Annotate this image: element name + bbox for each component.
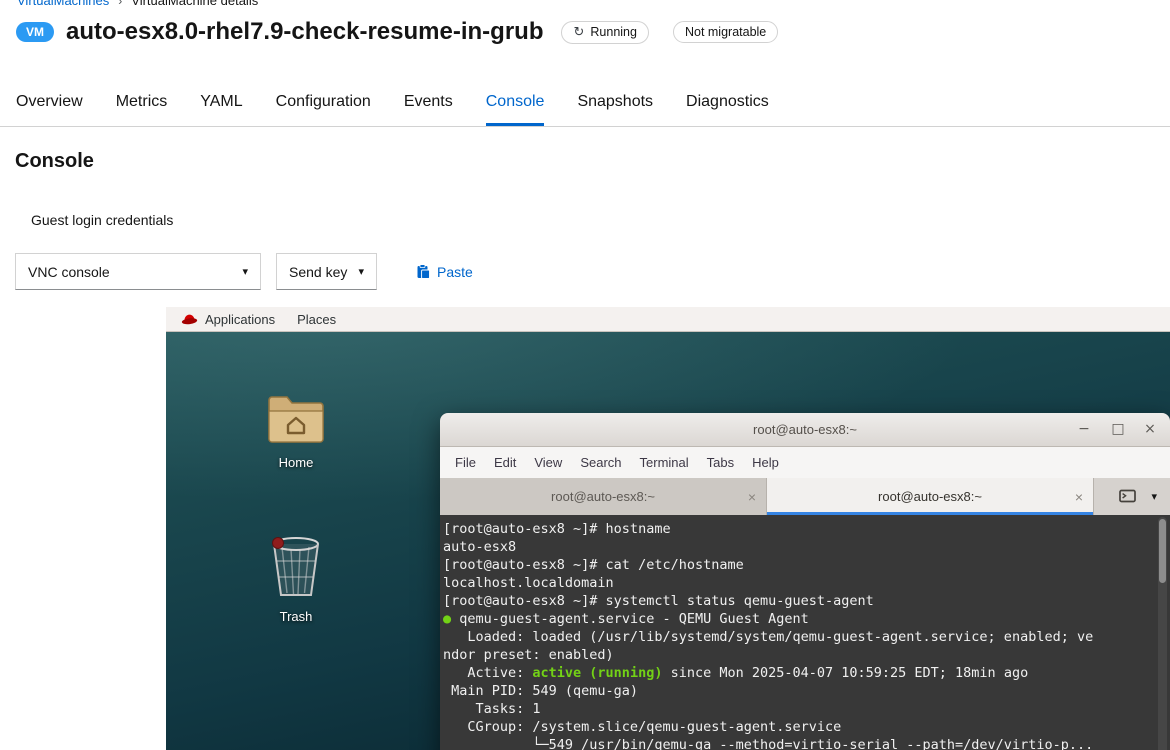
terminal-line: Main PID: 549 (qemu-ga) (443, 682, 1170, 700)
terminal-tab-2[interactable]: root@auto-esx8:~ × (767, 478, 1094, 515)
gnome-top-bar: Applications Places (166, 307, 1170, 332)
sync-icon: ↻ (573, 25, 584, 40)
vm-header: VM auto-esx8.0-rhel7.9-check-resume-in-g… (16, 18, 778, 46)
breadcrumb: VirtualMachines › VirtualMachine details (17, 0, 258, 8)
terminal-line: ndor preset: enabled) (443, 646, 1170, 664)
vm-kind-badge: VM (16, 22, 54, 42)
terminal-line: └─549 /usr/bin/qemu-ga --method=virtio-s… (443, 736, 1170, 750)
terminal-tabbar: root@auto-esx8:~ × root@auto-esx8:~ × (440, 478, 1170, 515)
terminal-window[interactable]: root@auto-esx8:~ − □ × File Edit View Se… (440, 413, 1170, 750)
chevron-down-icon: ▾ (358, 265, 364, 278)
terminal-line: auto-esx8 (443, 538, 1170, 556)
vnc-console-area: Applications Places Home (0, 307, 1170, 750)
vnc-desktop[interactable]: Applications Places Home (166, 307, 1170, 750)
terminal-line: localhost.localdomain (443, 574, 1170, 592)
tab-overview[interactable]: Overview (16, 79, 83, 126)
terminal-line: Tasks: 1 (443, 700, 1170, 718)
breadcrumb-virtualmachines[interactable]: VirtualMachines (17, 0, 109, 8)
guest-credentials-toggle[interactable]: Guest login credentials (31, 212, 173, 228)
paste-button[interactable]: Paste (411, 253, 479, 290)
tab-close-icon[interactable]: × (748, 489, 756, 505)
breadcrumb-separator-icon: › (118, 0, 122, 8)
page-title: auto-esx8.0-rhel7.9-check-resume-in-grub (66, 18, 543, 46)
home-desktop-icon[interactable]: Home (260, 391, 332, 470)
trash-icon (269, 533, 323, 599)
places-menu[interactable]: Places (286, 307, 347, 331)
migratable-badge: Not migratable (673, 21, 778, 43)
terminal-line: [root@auto-esx8 ~]# hostname (443, 520, 1170, 538)
terminal-tab-2-label: root@auto-esx8:~ (878, 489, 982, 504)
tab-bar: Overview Metrics YAML Configuration Even… (0, 79, 1170, 127)
console-type-select[interactable]: VNC console ▾ (15, 253, 261, 290)
console-type-value: VNC console (28, 264, 110, 280)
vm-details-page: VirtualMachines › VirtualMachine details… (0, 0, 1170, 750)
tab-diagnostics[interactable]: Diagnostics (686, 79, 769, 126)
terminal-tab-1[interactable]: root@auto-esx8:~ × (440, 478, 767, 515)
terminal-line: [root@auto-esx8 ~]# systemctl status qem… (443, 592, 1170, 610)
terminal-tab-1-label: root@auto-esx8:~ (551, 489, 655, 504)
home-icon-label: Home (260, 455, 332, 470)
tab-snapshots[interactable]: Snapshots (577, 79, 653, 126)
terminal-line: [root@auto-esx8 ~]# cat /etc/hostname (443, 556, 1170, 574)
terminal-line: Loaded: loaded (/usr/lib/systemd/system/… (443, 628, 1170, 646)
terminal-scrollbar[interactable] (1158, 517, 1167, 750)
console-toolbar: VNC console ▾ Send key ▾ Paste (15, 253, 479, 290)
paste-label: Paste (437, 264, 473, 280)
applications-menu[interactable]: Applications (170, 307, 286, 331)
maximize-button[interactable]: □ (1106, 413, 1130, 446)
terminal-tabbar-end: ▾ (1094, 478, 1170, 515)
send-key-label: Send key (289, 264, 347, 280)
status-dot-icon: ● (443, 611, 451, 627)
terminal-line: ● qemu-guest-agent.service - QEMU Guest … (443, 610, 1170, 628)
status-label: Running (590, 25, 637, 39)
new-terminal-icon[interactable] (1119, 489, 1136, 504)
menu-terminal[interactable]: Terminal (631, 455, 698, 470)
tab-metrics[interactable]: Metrics (116, 79, 168, 126)
terminal-titlebar[interactable]: root@auto-esx8:~ − □ × (440, 413, 1170, 447)
send-key-dropdown[interactable]: Send key ▾ (276, 253, 377, 290)
scrollbar-thumb[interactable] (1159, 519, 1166, 583)
menu-file[interactable]: File (446, 455, 485, 470)
tab-yaml[interactable]: YAML (200, 79, 242, 126)
terminal-window-title: root@auto-esx8:~ (753, 422, 857, 437)
menu-search[interactable]: Search (571, 455, 630, 470)
minimize-button[interactable]: − (1072, 413, 1096, 446)
terminal-line: CGroup: /system.slice/qemu-guest-agent.s… (443, 718, 1170, 736)
home-folder-icon (265, 391, 327, 445)
applications-label: Applications (205, 312, 275, 327)
trash-desktop-icon[interactable]: Trash (260, 533, 332, 624)
console-section-heading: Console (15, 150, 94, 173)
trash-icon-label: Trash (260, 609, 332, 624)
terminal-line: Active: active (running) since Mon 2025-… (443, 664, 1170, 682)
tab-close-icon[interactable]: × (1075, 489, 1083, 505)
close-button[interactable]: × (1138, 413, 1162, 446)
tab-console[interactable]: Console (486, 79, 545, 126)
chevron-down-icon[interactable]: ▾ (1151, 490, 1157, 503)
menu-help[interactable]: Help (743, 455, 788, 470)
menu-edit[interactable]: Edit (485, 455, 525, 470)
redhat-icon (181, 313, 198, 326)
menu-tabs[interactable]: Tabs (698, 455, 743, 470)
tab-events[interactable]: Events (404, 79, 453, 126)
paste-icon (417, 264, 430, 279)
chevron-down-icon: ▾ (242, 265, 248, 278)
menu-view[interactable]: View (525, 455, 571, 470)
breadcrumb-current: VirtualMachine details (131, 0, 258, 8)
tab-configuration[interactable]: Configuration (276, 79, 371, 126)
status-badge[interactable]: ↻ Running (561, 21, 648, 44)
terminal-menubar: File Edit View Search Terminal Tabs Help (440, 447, 1170, 478)
terminal-output[interactable]: [root@auto-esx8 ~]# hostname auto-esx8 [… (440, 515, 1170, 750)
places-label: Places (297, 312, 336, 327)
